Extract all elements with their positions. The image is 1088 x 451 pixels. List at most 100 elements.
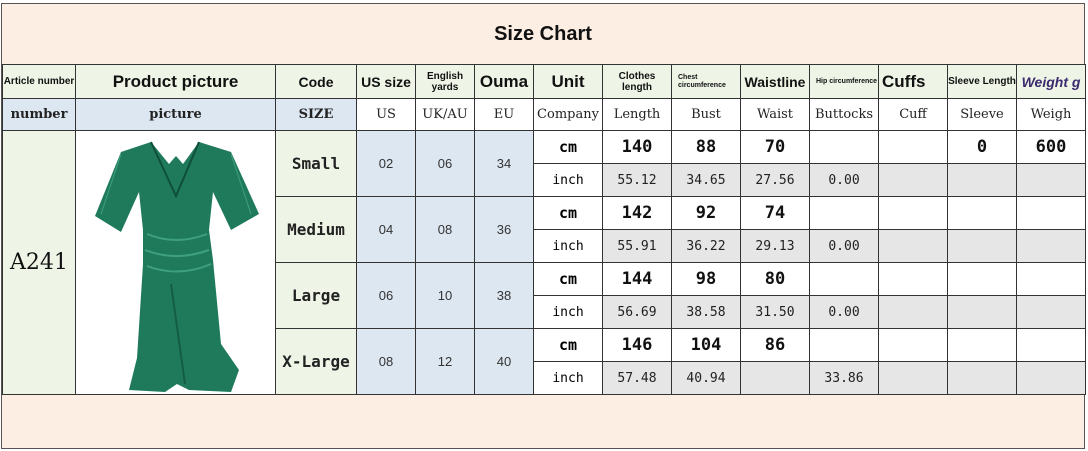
uk-size-value: 10 bbox=[415, 262, 475, 329]
header-row-2: number picture SIZE US UK/AU EU Company … bbox=[2, 98, 1086, 131]
cuff-cm bbox=[878, 328, 948, 362]
length-inch: 57.48 bbox=[602, 361, 672, 395]
uk-size-value: 12 bbox=[415, 328, 475, 395]
cuff-cm bbox=[878, 130, 948, 164]
header-ouma: Ouma bbox=[474, 64, 534, 99]
subheader-uk: UK/AU bbox=[415, 98, 475, 131]
empty-cell bbox=[878, 163, 948, 197]
uk-size-value: 08 bbox=[415, 196, 475, 263]
hip-cm bbox=[809, 130, 879, 164]
unit-cm: cm bbox=[533, 328, 603, 362]
us-size-value: 04 bbox=[356, 196, 416, 263]
bust-inch: 34.65 bbox=[671, 163, 741, 197]
bust-cm: 92 bbox=[671, 196, 741, 230]
header-row-1: Article number Product picture Code US s… bbox=[2, 64, 1086, 99]
header-english-yards: English yards bbox=[415, 64, 475, 99]
empty-cell bbox=[878, 361, 948, 395]
unit-cm: cm bbox=[533, 262, 603, 296]
empty-cell bbox=[1016, 295, 1086, 329]
bust-cm: 88 bbox=[671, 130, 741, 164]
header-picture: Product picture bbox=[75, 64, 276, 99]
empty-cell bbox=[947, 361, 1017, 395]
unit-inch: inch bbox=[533, 163, 603, 197]
sleeve-cm bbox=[947, 196, 1017, 230]
bust-inch: 40.94 bbox=[671, 361, 741, 395]
bust-cm: 98 bbox=[671, 262, 741, 296]
header-article: Article number bbox=[2, 64, 76, 99]
waist-cm: 80 bbox=[740, 262, 810, 296]
waist-cm: 86 bbox=[740, 328, 810, 362]
waist-cm: 74 bbox=[740, 196, 810, 230]
size-medium: Medium bbox=[275, 196, 357, 263]
uk-size-value: 06 bbox=[415, 130, 475, 197]
us-size-value: 02 bbox=[356, 130, 416, 197]
subheader-us: US bbox=[356, 98, 416, 131]
sleeve-cm bbox=[947, 328, 1017, 362]
chart-title: Size Chart bbox=[494, 22, 592, 45]
bust-inch: 36.22 bbox=[671, 229, 741, 263]
empty-cell bbox=[947, 163, 1017, 197]
waist-inch bbox=[740, 361, 810, 395]
header-chest: Chest circumference bbox=[671, 64, 741, 99]
empty-cell bbox=[878, 229, 948, 263]
cuff-cm bbox=[878, 196, 948, 230]
header-unit: Unit bbox=[533, 64, 603, 99]
sleeve-cm bbox=[947, 262, 1017, 296]
subheader-buttocks: Buttocks bbox=[809, 98, 879, 131]
eu-size-value: 40 bbox=[474, 328, 534, 395]
hip-inch: 0.00 bbox=[809, 229, 879, 263]
hip-inch: 33.86 bbox=[809, 361, 879, 395]
subheader-length: Length bbox=[602, 98, 672, 131]
length-cm: 146 bbox=[602, 328, 672, 362]
hip-inch: 0.00 bbox=[809, 163, 879, 197]
subheader-cuff: Cuff bbox=[878, 98, 948, 131]
table-row: A241 Small 02 06 34 cm 140 88 70 0 600 bbox=[2, 130, 1086, 395]
header-sleeve-length: Sleeve Length bbox=[947, 64, 1017, 99]
dress-image bbox=[80, 133, 271, 392]
sleeve-cm: 0 bbox=[947, 130, 1017, 164]
header-code: Code bbox=[275, 64, 357, 99]
subheader-bust: Bust bbox=[671, 98, 741, 131]
weight-value: 600 bbox=[1016, 130, 1086, 164]
length-cm: 144 bbox=[602, 262, 672, 296]
header-hip: Hip circumference bbox=[809, 64, 879, 99]
subheader-eu: EU bbox=[474, 98, 534, 131]
hip-inch: 0.00 bbox=[809, 295, 879, 329]
header-clothes-length: Clothes length bbox=[602, 64, 672, 99]
eu-size-value: 34 bbox=[474, 130, 534, 197]
empty-cell bbox=[947, 229, 1017, 263]
eu-size-value: 36 bbox=[474, 196, 534, 263]
cuff-cm bbox=[878, 262, 948, 296]
subheader-weigh: Weigh bbox=[1016, 98, 1086, 131]
subheader-sleeve: Sleeve bbox=[947, 98, 1017, 131]
header-cuffs: Cuffs bbox=[878, 64, 948, 99]
empty-cell bbox=[878, 295, 948, 329]
subheader-code: SIZE bbox=[275, 98, 357, 131]
header-waistline: Waistline bbox=[740, 64, 810, 99]
subheader-picture: picture bbox=[75, 98, 276, 131]
subheader-article: number bbox=[2, 98, 76, 131]
size-small: Small bbox=[275, 130, 357, 197]
unit-inch: inch bbox=[533, 229, 603, 263]
product-picture bbox=[75, 130, 276, 395]
hip-cm bbox=[809, 262, 879, 296]
length-inch: 55.12 bbox=[602, 163, 672, 197]
empty-cell bbox=[1016, 361, 1086, 395]
weight-value bbox=[1016, 328, 1086, 362]
subheader-unit: Company bbox=[533, 98, 603, 131]
waist-inch: 31.50 bbox=[740, 295, 810, 329]
us-size-value: 06 bbox=[356, 262, 416, 329]
weight-value bbox=[1016, 262, 1086, 296]
size-x-large: X-Large bbox=[275, 328, 357, 395]
length-cm: 142 bbox=[602, 196, 672, 230]
article-number: A241 bbox=[2, 130, 76, 395]
waist-cm: 70 bbox=[740, 130, 810, 164]
bust-cm: 104 bbox=[671, 328, 741, 362]
header-weight: Weight g bbox=[1016, 64, 1086, 99]
weight-value bbox=[1016, 196, 1086, 230]
size-chart-table: Article number Product picture Code US s… bbox=[2, 64, 1086, 395]
eu-size-value: 38 bbox=[474, 262, 534, 329]
empty-cell bbox=[1016, 163, 1086, 197]
size-chart-frame: Size Chart Article number Product pictur… bbox=[1, 3, 1086, 449]
unit-inch: inch bbox=[533, 361, 603, 395]
